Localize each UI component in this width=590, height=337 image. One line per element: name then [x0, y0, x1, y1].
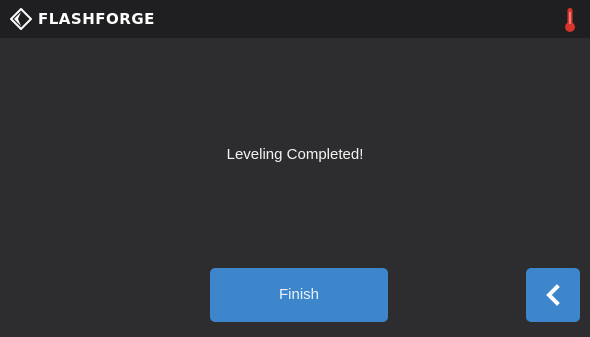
flashforge-logo-icon — [10, 8, 32, 30]
finish-button[interactable]: Finish — [210, 268, 388, 322]
status-message: Leveling Completed! — [226, 146, 364, 163]
top-bar: FLASHFORGE — [0, 0, 590, 38]
brand: FLASHFORGE — [10, 8, 155, 30]
printer-screen: FLASHFORGE Leveling Completed! Finish — [0, 0, 590, 337]
chevron-left-icon — [546, 284, 560, 306]
thermometer-icon[interactable] — [563, 7, 577, 33]
back-button[interactable] — [526, 268, 580, 322]
brand-name: FLASHFORGE — [38, 10, 155, 28]
